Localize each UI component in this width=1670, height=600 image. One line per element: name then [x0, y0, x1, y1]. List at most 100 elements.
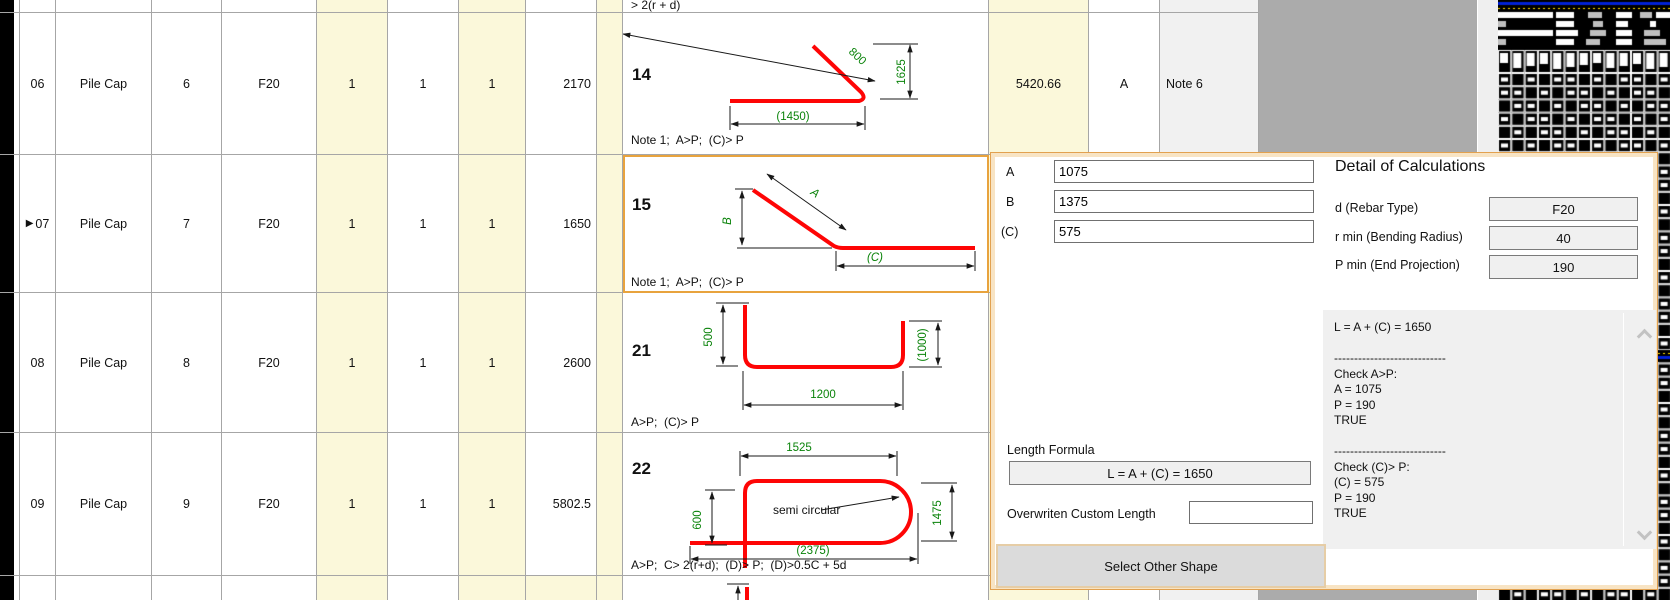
size-cell[interactable] — [222, 0, 317, 12]
spacer-cell — [597, 13, 623, 154]
qty-cell[interactable] — [459, 576, 526, 600]
qty-cell[interactable]: 1 — [388, 155, 459, 292]
member-cell[interactable]: Pile Cap — [56, 155, 152, 292]
member-cell[interactable]: Pile Cap — [56, 433, 152, 575]
length-formula-readout: L = A + (C) = 1650 — [1009, 461, 1311, 485]
input-b-field[interactable] — [1054, 190, 1314, 213]
weight-cell[interactable]: 5420.66 — [989, 13, 1089, 154]
shape-21-diagram: 500 (1000) 1200 — [703, 302, 942, 410]
shape-note: Note 1; A>P; (C)> P — [631, 133, 744, 147]
member-cell[interactable]: Pile Cap — [56, 293, 152, 432]
spacer-cell — [597, 293, 623, 432]
dim-label: (1000) — [917, 328, 929, 361]
shape-cell[interactable]: 15 A B (C) Note 1; A>P; (C)> P — [623, 155, 989, 292]
member-cell[interactable]: Pile Cap — [56, 13, 152, 154]
rebar-schedule-app: > 2(r + d) 06 Pile Cap 6 F20 1 1 1 2170 … — [0, 0, 1670, 600]
dim-label: (C) — [867, 252, 883, 264]
length-cell[interactable]: 2170 — [526, 13, 597, 154]
calculation-text: L = A + (C) = 1650 ---------------------… — [1334, 320, 1446, 520]
check-cell[interactable]: A — [1089, 13, 1160, 154]
size-cell[interactable] — [222, 576, 317, 600]
custom-length-label: Overwriten Custom Length — [1007, 507, 1156, 521]
dim-label: 500 — [703, 327, 715, 346]
member-cell[interactable] — [56, 0, 152, 12]
row-number-cell[interactable]: ▶ 07 — [19, 155, 56, 292]
spacer-cell — [597, 155, 623, 292]
input-b-label: B — [1006, 195, 1015, 209]
qty-cell[interactable]: 1 — [317, 13, 388, 154]
qty-cell[interactable] — [317, 576, 388, 600]
input-c-field[interactable] — [1054, 220, 1314, 243]
dim-label: 1625 — [896, 59, 908, 85]
partial-shape-diagram — [727, 583, 749, 600]
dim-label: 1525 — [786, 442, 812, 454]
qty-cell[interactable]: 1 — [388, 13, 459, 154]
qty-cell[interactable]: 1 — [459, 433, 526, 575]
qty-cell[interactable]: 1 — [317, 293, 388, 432]
row-number-cell[interactable] — [19, 576, 56, 600]
dim-label: 1475 — [932, 500, 944, 526]
param-label: d (Rebar Type) — [1335, 201, 1419, 215]
input-a-label: A — [1006, 165, 1015, 179]
row-number-cell[interactable]: 09 — [19, 433, 56, 575]
shape-cell[interactable]: 21 500 (1000) 1200 A>P; (C)> P — [623, 293, 989, 432]
dim-label: (1450) — [776, 111, 809, 123]
select-other-shape-button[interactable]: Select Other Shape — [996, 544, 1326, 588]
custom-length-field[interactable] — [1189, 501, 1313, 524]
shape-cell[interactable]: 14 800 1625 (1450) Note 1; A>P; (C)> P — [623, 13, 989, 154]
length-cell[interactable]: 2600 — [526, 293, 597, 432]
qty-cell[interactable]: 1 — [317, 433, 388, 575]
input-a-field[interactable] — [1054, 160, 1314, 183]
qty-cell[interactable]: 1 — [388, 433, 459, 575]
note-ref-cell[interactable]: Note 6 — [1160, 13, 1259, 154]
size-cell[interactable]: F20 — [222, 13, 317, 154]
member-cell[interactable] — [56, 576, 152, 600]
row-number: 07 — [35, 216, 50, 231]
qty-cell[interactable]: 1 — [459, 155, 526, 292]
shape-note: Note 1; A>P; (C)> P — [631, 275, 744, 289]
shape-15-diagram: A B (C) — [722, 173, 976, 271]
qty-cell[interactable]: 1 — [317, 155, 388, 292]
count-cell[interactable]: 9 — [152, 433, 222, 575]
shape-note: A>P; C> 2(r+d); (D)> P; (D)>0.5C + 5d — [631, 558, 847, 572]
row-number-cell[interactable] — [19, 0, 56, 12]
table-row-partial-top: > 2(r + d) — [0, 0, 1259, 13]
qty-cell[interactable] — [459, 0, 526, 12]
weight-cell[interactable] — [989, 0, 1089, 12]
count-cell[interactable]: 8 — [152, 293, 222, 432]
size-cell[interactable]: F20 — [222, 293, 317, 432]
count-cell[interactable] — [152, 0, 222, 12]
count-cell[interactable] — [152, 576, 222, 600]
size-cell[interactable]: F20 — [222, 433, 317, 575]
shape-cell[interactable]: > 2(r + d) — [623, 0, 989, 12]
length-cell[interactable]: 5802.5 — [526, 433, 597, 575]
param-label: P min (End Projection) — [1335, 258, 1460, 272]
dim-label: 1200 — [810, 389, 836, 401]
row-number-cell[interactable]: 06 — [19, 13, 56, 154]
qty-cell[interactable] — [388, 0, 459, 12]
detail-of-calculations-panel: A B (C) Detail of Calculations d (Rebar … — [990, 152, 1658, 590]
count-cell[interactable]: 6 — [152, 13, 222, 154]
size-cell[interactable]: F20 — [222, 155, 317, 292]
length-formula-label: Length Formula — [1007, 443, 1095, 457]
table-row: 06 Pile Cap 6 F20 1 1 1 2170 14 800 1625… — [0, 13, 1259, 155]
qty-cell[interactable] — [388, 576, 459, 600]
dim-label: 800 — [846, 46, 868, 68]
qty-cell[interactable]: 1 — [388, 293, 459, 432]
length-cell[interactable] — [526, 0, 597, 12]
row-number-cell[interactable]: 08 — [19, 293, 56, 432]
qty-cell[interactable] — [317, 0, 388, 12]
count-cell[interactable]: 7 — [152, 155, 222, 292]
shape-cell[interactable]: 22 1525 600 1475 (2375) semi circular A>… — [623, 433, 989, 575]
check-cell[interactable] — [1089, 0, 1160, 12]
note-ref-cell[interactable] — [1160, 0, 1259, 12]
shape-note-fragment: > 2(r + d) — [631, 0, 681, 12]
qty-cell[interactable]: 1 — [459, 293, 526, 432]
input-c-label: (C) — [1001, 225, 1019, 239]
qty-cell[interactable]: 1 — [459, 13, 526, 154]
shape-cell[interactable] — [623, 576, 989, 600]
param-label: r min (Bending Radius) — [1335, 230, 1463, 244]
length-cell[interactable] — [526, 576, 597, 600]
length-cell[interactable]: 1650 — [526, 155, 597, 292]
scroll-divider — [1623, 313, 1624, 546]
